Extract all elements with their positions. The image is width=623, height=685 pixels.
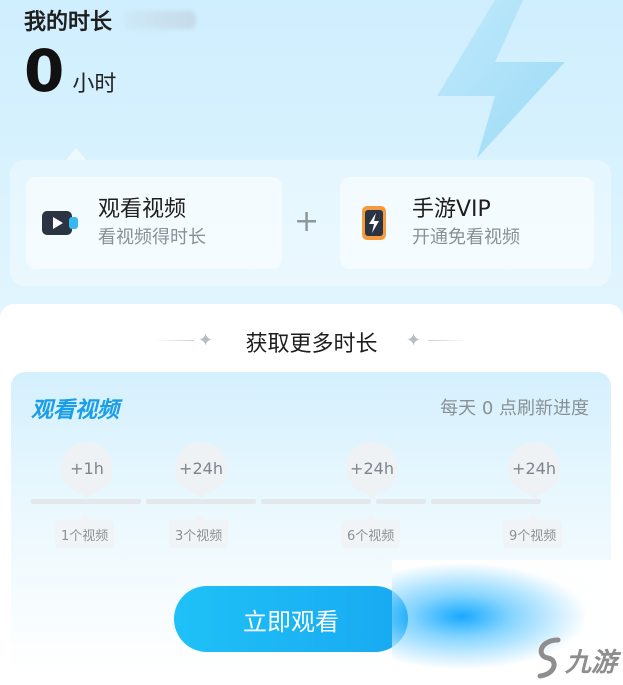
jiuyou-logo-icon — [537, 637, 561, 679]
option-title: 手游VIP — [412, 197, 491, 222]
milestone-reward: +24h — [175, 442, 227, 500]
plus-sign: + — [294, 204, 320, 239]
progress-track-segment — [376, 499, 426, 504]
page-title: 我的时长 — [24, 10, 113, 35]
task-name: 观看视频 — [31, 398, 120, 423]
watermark-text: 九游 — [565, 648, 618, 678]
watch-now-button[interactable]: 立即观看 — [174, 586, 408, 652]
milestone-requirement: 9个视频 — [503, 514, 563, 548]
section-title: 获取更多时长 — [245, 332, 378, 357]
milestone-requirement: 1个视频 — [55, 514, 115, 548]
blurred-user-info — [124, 11, 197, 29]
option-title: 观看视频 — [98, 197, 187, 222]
milestone-reward: +1h — [61, 442, 113, 500]
selection-pointer — [66, 148, 86, 160]
sparkle-icon: ✦ — [406, 330, 422, 351]
progress-track-segment — [261, 499, 371, 504]
refresh-note: 每天 0 点刷新进度 — [440, 398, 589, 419]
mobile-vip-option[interactable]: 手游VIP 开通免看视频 — [340, 177, 594, 269]
divider-line — [428, 340, 468, 341]
phone-bolt-icon — [362, 206, 386, 240]
hours-value: 0 — [24, 37, 65, 105]
option-subtitle: 看视频得时长 — [98, 227, 206, 248]
hours-unit: 小时 — [72, 72, 117, 97]
milestone-reward: +24h — [346, 442, 398, 500]
progress-track-segment — [431, 499, 541, 504]
video-play-icon — [42, 211, 78, 235]
option-subtitle: 开通免看视频 — [412, 227, 520, 248]
hours-display: 0 小时 — [24, 42, 116, 100]
lightning-decoration-icon — [437, 0, 565, 158]
option-panel: 观看视频 看视频得时长 + 手游VIP 开通免看视频 — [10, 160, 611, 286]
milestone-reward: +24h — [508, 442, 560, 500]
header-title-row: 我的时长 — [24, 4, 197, 36]
watch-video-option[interactable]: 观看视频 看视频得时长 — [26, 177, 282, 269]
milestone-requirement: 3个视频 — [169, 514, 229, 548]
milestone-requirement: 6个视频 — [341, 514, 401, 548]
